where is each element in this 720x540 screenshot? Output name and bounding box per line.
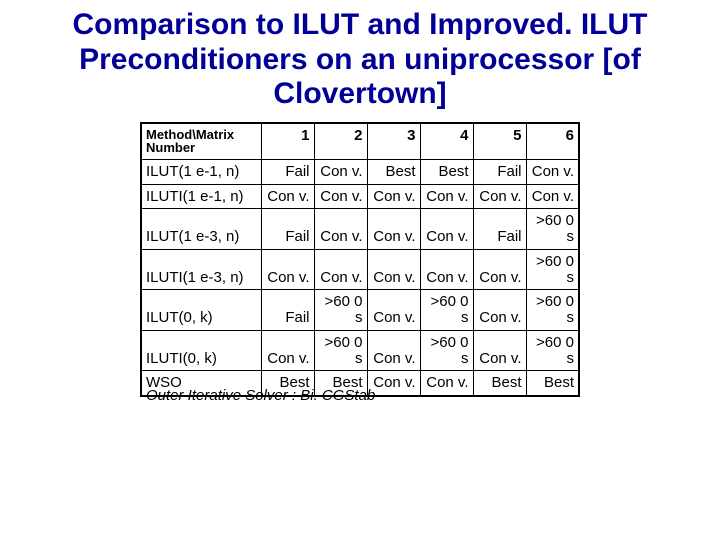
cell: >60 0 s (420, 290, 473, 331)
table-row: ILUTI(1 e-1, n) Con v. Con v. Con v. Con… (141, 184, 579, 209)
cell: Best (420, 159, 473, 184)
row-label: ILUTI(1 e-1, n) (141, 184, 261, 209)
col-header: 3 (367, 123, 420, 160)
cell: >60 0 s (420, 330, 473, 371)
row-label: ILUT(0, k) (141, 290, 261, 331)
cell: Con v. (367, 330, 420, 371)
cell: >60 0 s (314, 290, 367, 331)
table-row: ILUT(1 e-3, n) Fail Con v. Con v. Con v.… (141, 209, 579, 250)
cell: Con v. (473, 290, 526, 331)
table-row: ILUTI(0, k) Con v. >60 0 s Con v. >60 0 … (141, 330, 579, 371)
comparison-table-wrap: Method\Matrix Number 1 2 3 4 5 6 ILUT(1 … (140, 122, 580, 405)
cell: Con v. (314, 159, 367, 184)
cell: Fail (473, 209, 526, 250)
table-row: ILUTI(1 e-3, n) Con v. Con v. Con v. Con… (141, 249, 579, 290)
table-header-row: Method\Matrix Number 1 2 3 4 5 6 (141, 123, 579, 160)
footnote: Outer Iterative Solver : Bi. CGStab (146, 387, 580, 404)
cell: Con v. (261, 249, 314, 290)
cell: >60 0 s (526, 249, 579, 290)
cell: Con v. (473, 330, 526, 371)
cell: >60 0 s (314, 330, 367, 371)
cell: Con v. (261, 330, 314, 371)
table-row: ILUT(0, k) Fail >60 0 s Con v. >60 0 s C… (141, 290, 579, 331)
header-rowhead: Method\Matrix Number (141, 123, 261, 160)
cell: Con v. (367, 209, 420, 250)
cell: Con v. (261, 184, 314, 209)
cell: Con v. (314, 209, 367, 250)
cell: Con v. (314, 184, 367, 209)
table-row: ILUT(1 e-1, n) Fail Con v. Best Best Fai… (141, 159, 579, 184)
col-header: 1 (261, 123, 314, 160)
cell: Con v. (420, 249, 473, 290)
row-label: ILUT(1 e-1, n) (141, 159, 261, 184)
row-label: ILUT(1 e-3, n) (141, 209, 261, 250)
row-label: ILUTI(1 e-3, n) (141, 249, 261, 290)
cell: Con v. (473, 249, 526, 290)
col-header: 5 (473, 123, 526, 160)
cell: >60 0 s (526, 290, 579, 331)
cell: Fail (261, 209, 314, 250)
cell: Fail (261, 159, 314, 184)
cell: Con v. (420, 184, 473, 209)
row-label: ILUTI(0, k) (141, 330, 261, 371)
col-header: 6 (526, 123, 579, 160)
cell: >60 0 s (526, 209, 579, 250)
comparison-table: Method\Matrix Number 1 2 3 4 5 6 ILUT(1 … (140, 122, 580, 398)
cell: Fail (473, 159, 526, 184)
slide-title: Comparison to ILUT and Improved. ILUT Pr… (30, 8, 690, 112)
cell: Con v. (367, 249, 420, 290)
col-header: 2 (314, 123, 367, 160)
cell: Best (367, 159, 420, 184)
cell: >60 0 s (526, 330, 579, 371)
cell: Con v. (367, 184, 420, 209)
cell: Con v. (367, 290, 420, 331)
col-header: 4 (420, 123, 473, 160)
cell: Fail (261, 290, 314, 331)
cell: Con v. (526, 159, 579, 184)
cell: Con v. (420, 209, 473, 250)
cell: Con v. (473, 184, 526, 209)
cell: Con v. (526, 184, 579, 209)
cell: Con v. (314, 249, 367, 290)
